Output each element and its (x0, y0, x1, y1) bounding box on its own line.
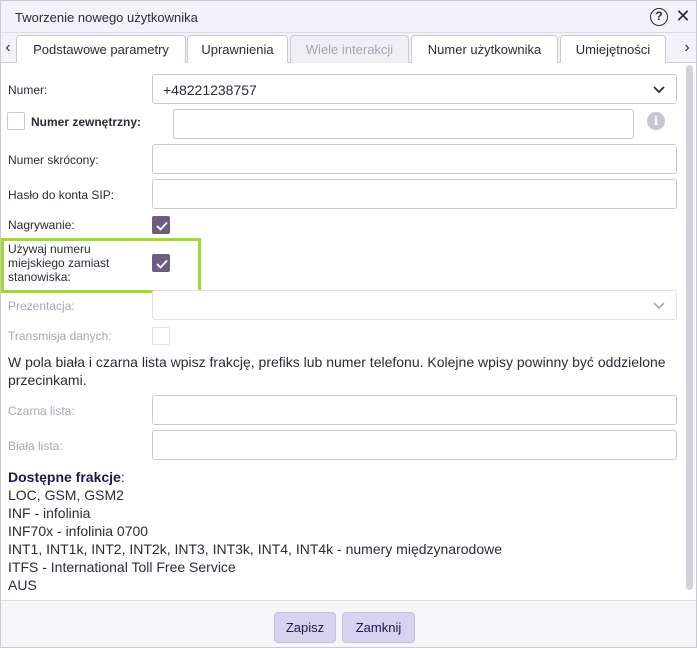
tab-uprawnienia[interactable]: Uprawnienia (187, 35, 288, 63)
czarna-lista-label: Czarna lista: (8, 404, 75, 418)
transmisja-danych-label: Transmisja danych: (8, 329, 112, 343)
numer-zewnetrzny-label: Numer zewnętrzny: (31, 115, 142, 129)
numer-skrocony-label: Numer skrócony: (8, 153, 99, 167)
tab-bar: ‹ Podstawowe parametry Uprawnienia Wiele… (1, 33, 696, 63)
biala-lista-label: Biała lista: (8, 439, 63, 453)
check-icon (156, 259, 168, 269)
numer-label: Numer: (8, 83, 48, 97)
dialog-footer: Zapisz Zamknij (1, 600, 696, 647)
tab-podstawowe-parametry[interactable]: Podstawowe parametry (16, 35, 186, 63)
nagrywanie-label: Nagrywanie: (8, 218, 75, 232)
fraction-line: AUS (8, 577, 37, 593)
numer-zewnetrzny-checkbox[interactable] (7, 112, 25, 130)
close-button[interactable]: Zamknij (342, 612, 415, 643)
chevron-down-icon (653, 302, 665, 310)
help-icon[interactable]: ? (650, 8, 668, 26)
numer-select[interactable]: +48221238757 (152, 74, 677, 104)
tab-scroll-left-icon[interactable]: ‹ (1, 33, 15, 63)
chevron-down-icon (653, 86, 665, 94)
vertical-scrollbar[interactable] (686, 65, 693, 590)
numer-value: +48221238757 (163, 82, 257, 98)
tab-scroll-right-icon[interactable]: › (680, 33, 694, 63)
check-icon (156, 221, 168, 231)
save-button[interactable]: Zapisz (274, 612, 336, 643)
tab-umiejetnosci[interactable]: Umiejętności (560, 35, 666, 63)
haslo-sip-label: Hasło do konta SIP: (8, 188, 115, 202)
tab-numer-uzytkownika[interactable]: Numer użytkownika (411, 35, 558, 63)
biala-lista-input[interactable] (152, 430, 677, 460)
lists-info-text: W pola biała i czarna lista wpisz frakcj… (8, 354, 666, 388)
close-icon[interactable]: ✕ (673, 6, 693, 26)
uzywaj-numeru-checkbox[interactable] (152, 254, 170, 272)
haslo-sip-input[interactable] (152, 179, 677, 209)
info-icon[interactable]: i (647, 112, 665, 130)
uzywaj-numeru-label: Używaj numeru miejskiego zamiast stanowi… (8, 242, 110, 284)
nagrywanie-checkbox[interactable] (152, 216, 170, 234)
fractions-heading: Dostępne frakcje: (8, 469, 125, 485)
create-user-dialog: Tworzenie nowego użytkownika ? ✕ ‹ Podst… (0, 0, 697, 648)
czarna-lista-input[interactable] (152, 395, 677, 425)
prezentacja-label: Prezentacja: (8, 299, 75, 313)
dialog-titlebar: Tworzenie nowego użytkownika ? ✕ (1, 1, 696, 33)
fraction-line: INF - infolinia (8, 505, 91, 521)
numer-zewnetrzny-input[interactable] (173, 109, 634, 139)
fraction-line: LOC, GSM, GSM2 (8, 487, 124, 503)
dialog-title: Tworzenie nowego użytkownika (15, 10, 198, 25)
tab-wiele-interakcji: Wiele interakcji (290, 35, 409, 63)
transmisja-danych-checkbox (152, 327, 170, 345)
numer-skrocony-input[interactable] (152, 144, 677, 174)
prezentacja-select (152, 290, 677, 320)
fraction-line: ITFS - International Toll Free Service (8, 559, 236, 575)
fraction-line: INT1, INT1k, INT2, INT2k, INT3, INT3k, I… (8, 541, 503, 557)
fraction-line: INF70x - infolinia 0700 (8, 523, 149, 539)
